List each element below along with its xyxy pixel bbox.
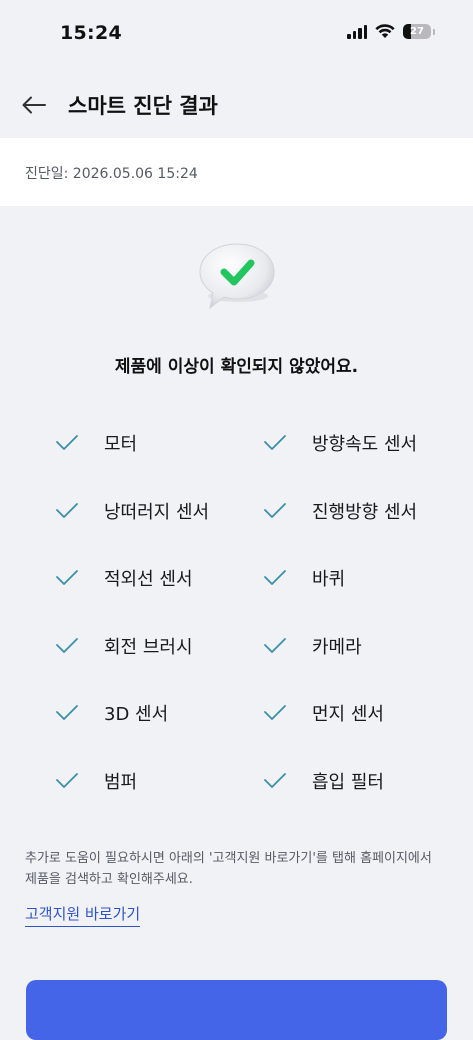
check-item-label: 모터	[104, 434, 138, 455]
check-item: 흡입 필터	[263, 766, 384, 796]
checkmark-icon	[263, 566, 287, 590]
wifi-icon	[375, 24, 395, 38]
check-item: 범퍼	[55, 766, 137, 796]
app-header: 스마트 진단 결과	[0, 72, 473, 138]
check-item: 카메라	[263, 631, 362, 661]
check-item: 먼지 센서	[263, 698, 384, 728]
bottom-action-button[interactable]	[26, 980, 447, 1040]
result-message: 제품에 이상이 확인되지 않았어요.	[114, 357, 359, 377]
help-text: 추가로 도움이 필요하시면 아래의 '고객지원 바로가기'를 탭해 홈페이지에서…	[25, 851, 432, 887]
check-item: 회전 브러시	[55, 631, 193, 661]
status-bar: 15:24 27	[0, 0, 473, 70]
customer-support-link[interactable]: 고객지원 바로가기	[25, 903, 141, 927]
checkmark-icon	[263, 701, 287, 725]
battery-level-text: 27	[410, 26, 424, 37]
back-button[interactable]	[18, 90, 50, 120]
check-item-label: 진행방향 센서	[312, 501, 418, 523]
battery-cap	[433, 28, 435, 35]
check-item-label: 카메라	[312, 636, 362, 658]
diagnosis-date: 진단일: 2026.05.06 15:24	[25, 166, 198, 182]
checkmark-icon	[55, 499, 79, 523]
checkmark-icon	[55, 431, 79, 455]
check-item: 낭떠러지 센서	[55, 496, 209, 526]
arrow-left-icon	[22, 96, 46, 114]
check-item: 3D 센서	[55, 698, 168, 728]
checkmark-icon	[55, 769, 79, 793]
battery-icon: 27	[403, 24, 431, 39]
check-item-label: 흡입 필터	[312, 771, 384, 793]
check-item-label: 방향속도 센서	[312, 434, 418, 455]
checkmark-icon	[263, 769, 287, 793]
cellular-signal-icon	[347, 24, 367, 39]
check-item-label: 낭떠러지 센서	[104, 501, 210, 523]
speech-bubble-check-icon	[199, 243, 275, 310]
checkmark-icon	[263, 634, 287, 658]
check-item: 바퀴	[263, 563, 345, 593]
check-item: 진행방향 센서	[263, 496, 417, 526]
status-icons: 27	[347, 24, 435, 39]
checkmark-icon	[55, 634, 79, 658]
check-item-label: 회전 브러시	[104, 636, 193, 658]
check-item-label: 범퍼	[104, 771, 138, 793]
checkmark-icon	[55, 566, 79, 590]
check-item-label: 먼지 센서	[312, 704, 384, 725]
status-time: 15:24	[60, 22, 122, 44]
checkmark-icon	[263, 431, 287, 455]
check-item-label: 바퀴	[312, 569, 346, 590]
check-item-label: 적외선 센서	[104, 569, 193, 590]
check-item: 방향속도 센서	[263, 428, 417, 458]
check-item: 모터	[55, 428, 137, 458]
diagnosis-date-bar: 진단일: 2026.05.06 15:24	[0, 138, 473, 206]
checkmark-icon	[263, 499, 287, 523]
check-item-label: 3D 센서	[104, 704, 169, 725]
check-item: 적외선 센서	[55, 563, 193, 593]
checkmark-icon	[55, 701, 79, 725]
page-title: 스마트 진단 결과	[68, 94, 218, 118]
